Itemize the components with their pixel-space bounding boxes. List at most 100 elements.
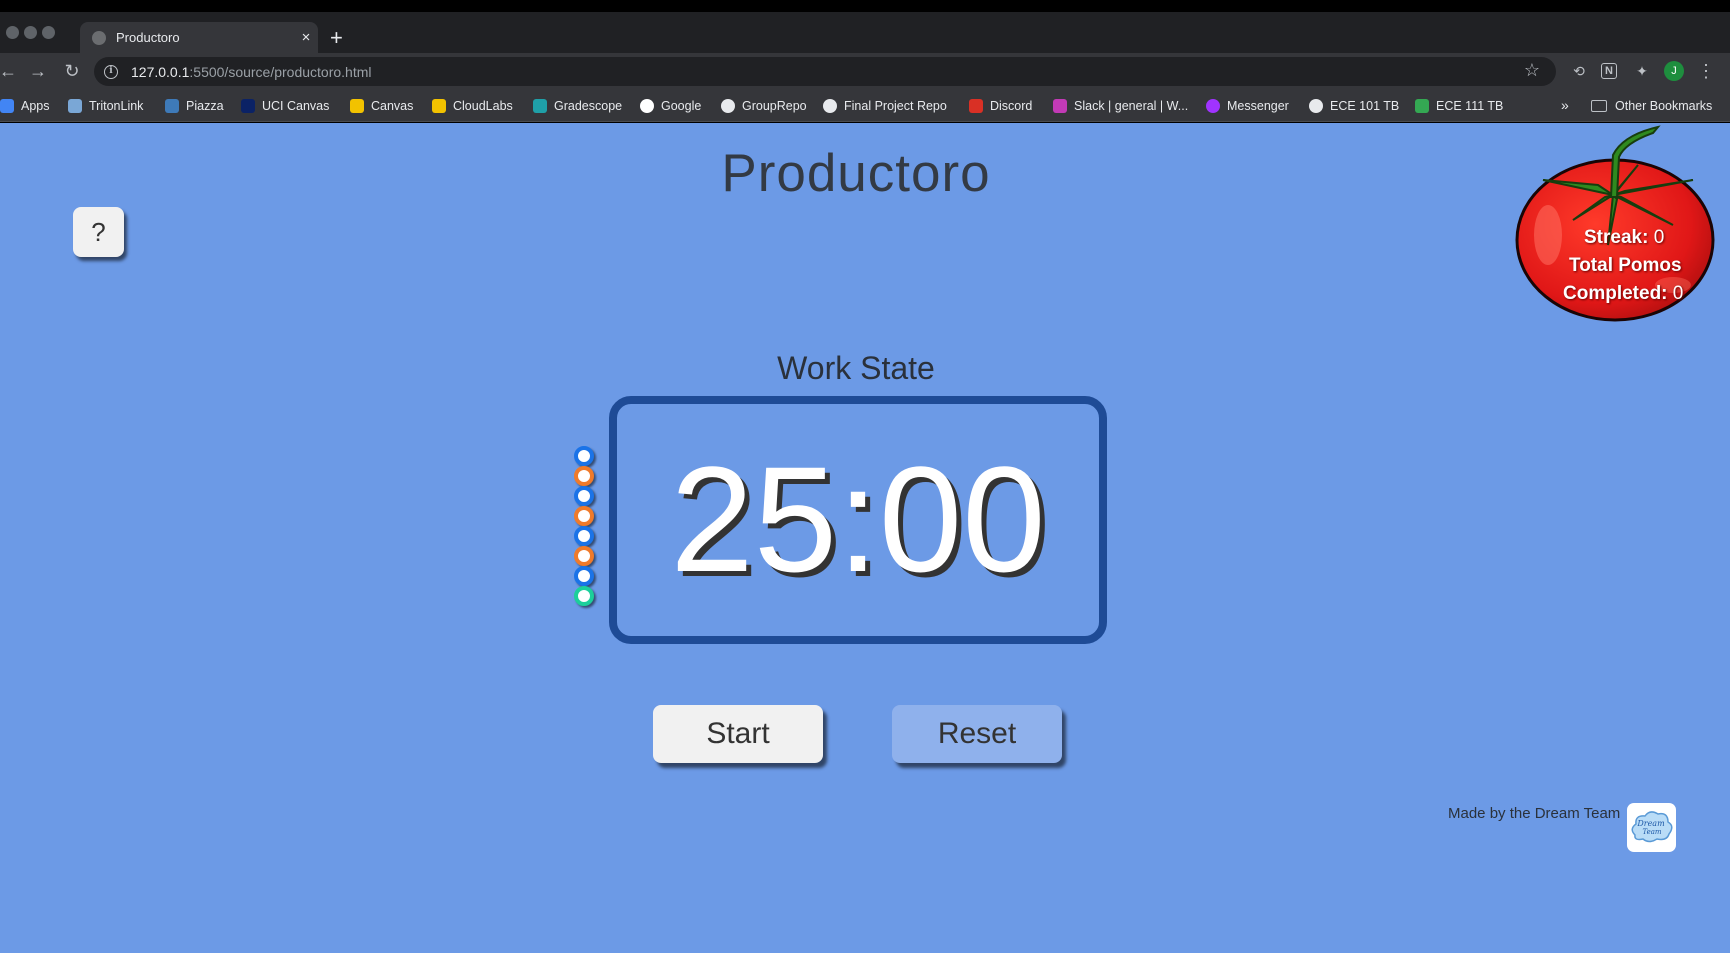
timer-countdown: 25:00 [670, 435, 1046, 603]
productoro-page: Productoro ? Streak: 0 Total Pomos Compl… [0, 123, 1730, 953]
streak-value: 0 [1653, 227, 1665, 248]
notion-extension-icon[interactable]: N [1601, 63, 1617, 79]
completed-label: Completed: [1563, 283, 1668, 304]
session-dot-break [574, 506, 594, 526]
dream-team-cloud-icon: Dream Team [1631, 811, 1673, 843]
bookmark-item[interactable]: Canvas [350, 97, 413, 115]
timer-display: 25:00 [609, 396, 1107, 644]
globe-icon [1309, 99, 1323, 113]
bookmark-item[interactable]: ECE 111 TB [1415, 97, 1503, 115]
bookmark-item[interactable]: Final Project Repo [823, 97, 947, 115]
drive-icon [1415, 99, 1429, 113]
bookmark-item[interactable]: Apps [0, 97, 50, 115]
github-icon [823, 99, 837, 113]
tab-close-icon[interactable]: × [294, 29, 318, 46]
piazza-icon [165, 99, 179, 113]
google-icon [640, 99, 654, 113]
bookmark-item[interactable]: Messenger [1206, 97, 1289, 115]
other-bookmarks-folder[interactable]: Other Bookmarks [1591, 97, 1712, 115]
streak-label: Streak: [1584, 227, 1649, 248]
start-button[interactable]: Start [653, 705, 823, 763]
bookmark-label: Messenger [1227, 99, 1289, 113]
tab-title: Productoro [116, 30, 180, 45]
gradescope-icon [533, 99, 547, 113]
session-dot-work [574, 566, 594, 586]
bookmark-item[interactable]: Google [640, 97, 701, 115]
bookmark-label: CloudLabs [453, 99, 513, 113]
reload-icon[interactable]: ↻ [60, 59, 84, 83]
bookmark-label: UCI Canvas [262, 99, 330, 113]
bookmark-label: Google [661, 99, 702, 113]
bookmark-item[interactable]: Piazza [165, 97, 224, 115]
bookmark-label: ECE 111 TB [1436, 99, 1504, 113]
browser-tab[interactable]: Productoro × [80, 22, 318, 53]
session-dot-work [574, 486, 594, 506]
screen: Productoro × + ← → ↻ i 127.0.0.1 :5500/s… [0, 0, 1730, 953]
address-bar[interactable]: i 127.0.0.1 :5500/source/productoro.html… [94, 57, 1556, 86]
bookmark-item[interactable]: TritonLink [68, 97, 143, 115]
window-close-dot[interactable] [6, 26, 19, 39]
bookmark-item[interactable]: Slack | general | W... [1053, 97, 1188, 115]
site-info-icon[interactable]: i [104, 64, 118, 79]
total-pomos-value: 0 [1672, 283, 1684, 304]
logo-text-team: Team [1642, 828, 1661, 836]
slack-icon [1053, 99, 1067, 113]
logo-text-dream: Dream [1636, 819, 1665, 828]
apps-grid-icon [0, 99, 14, 113]
bookmark-item[interactable]: Discord [969, 97, 1032, 115]
messenger-icon [1206, 99, 1220, 113]
bookmark-label: Discord [990, 99, 1033, 113]
folder-icon [1591, 100, 1607, 112]
bookmark-item[interactable]: ECE 101 TB [1309, 97, 1399, 115]
tab-strip: Productoro × + [0, 12, 1730, 53]
back-arrow-icon[interactable]: ← [0, 59, 20, 83]
total-pomos-stat: Completed: 0 [1563, 283, 1683, 305]
credit-text: Made by the Dream Team [1448, 805, 1621, 822]
window-zoom-dot[interactable] [42, 26, 55, 39]
bookmark-item[interactable]: CloudLabs [432, 97, 513, 115]
session-dot-work [574, 446, 594, 466]
url-path: :5500/source/productoro.html [189, 63, 372, 80]
new-tab-button[interactable]: + [330, 26, 343, 50]
bookmark-label: Gradescope [554, 99, 623, 113]
cloudlabs-icon [432, 99, 446, 113]
other-bookmarks-label: Other Bookmarks [1615, 99, 1713, 113]
bookmark-item[interactable]: UCI Canvas [241, 97, 329, 115]
browser-toolbar: ← → ↻ i 127.0.0.1 :5500/source/productor… [0, 53, 1730, 90]
bookmark-label: Canvas [371, 99, 414, 113]
github-icon [721, 99, 735, 113]
uci-canvas-icon [241, 99, 255, 113]
bookmark-label: GroupRepo [742, 99, 807, 113]
extensions-puzzle-icon[interactable]: ✦ [1632, 61, 1652, 81]
bookmark-label: ECE 101 TB [1330, 99, 1400, 113]
session-dot-break [574, 466, 594, 486]
page-title: Productoro [721, 144, 991, 203]
browser-menu-icon[interactable]: ⋮ [1696, 61, 1716, 81]
tritonlink-icon [68, 99, 82, 113]
help-button[interactable]: ? [73, 207, 124, 257]
bookmark-label: TritonLink [89, 99, 144, 113]
more-bookmarks-chevron-icon[interactable]: » [1561, 97, 1569, 113]
bookmark-label: Slack | general | W... [1074, 99, 1189, 113]
bookmarks-bar: » Other Bookmarks Apps TritonLink Piazza UC… [0, 90, 1730, 122]
bookmark-star-icon[interactable]: ☆ [1524, 60, 1540, 81]
bookmark-label: Apps [21, 99, 50, 113]
bookmark-label: Piazza [186, 99, 224, 113]
tomato-stats-badge: Streak: 0 Total Pomos Completed: 0 [1513, 125, 1718, 325]
bookmark-label: Final Project Repo [844, 99, 947, 113]
session-dot-break [574, 546, 594, 566]
calendar-icon [969, 99, 983, 113]
profile-avatar[interactable]: J [1664, 61, 1684, 81]
forward-arrow-icon[interactable]: → [26, 59, 50, 83]
bookmark-item[interactable]: Gradescope [533, 97, 622, 115]
canvas-icon [350, 99, 364, 113]
streak-stat: Streak: 0 [1584, 227, 1664, 249]
extension-cast-icon[interactable]: ⟲ [1569, 61, 1589, 81]
tab-favicon-icon [92, 30, 106, 45]
window-minimize-dot[interactable] [24, 26, 37, 39]
dream-team-logo: Dream Team [1627, 803, 1676, 852]
timer-state-label: Work State [777, 350, 935, 386]
reset-button[interactable]: Reset [892, 705, 1062, 763]
session-dot-long-break [574, 586, 594, 606]
bookmark-item[interactable]: GroupRepo [721, 97, 807, 115]
